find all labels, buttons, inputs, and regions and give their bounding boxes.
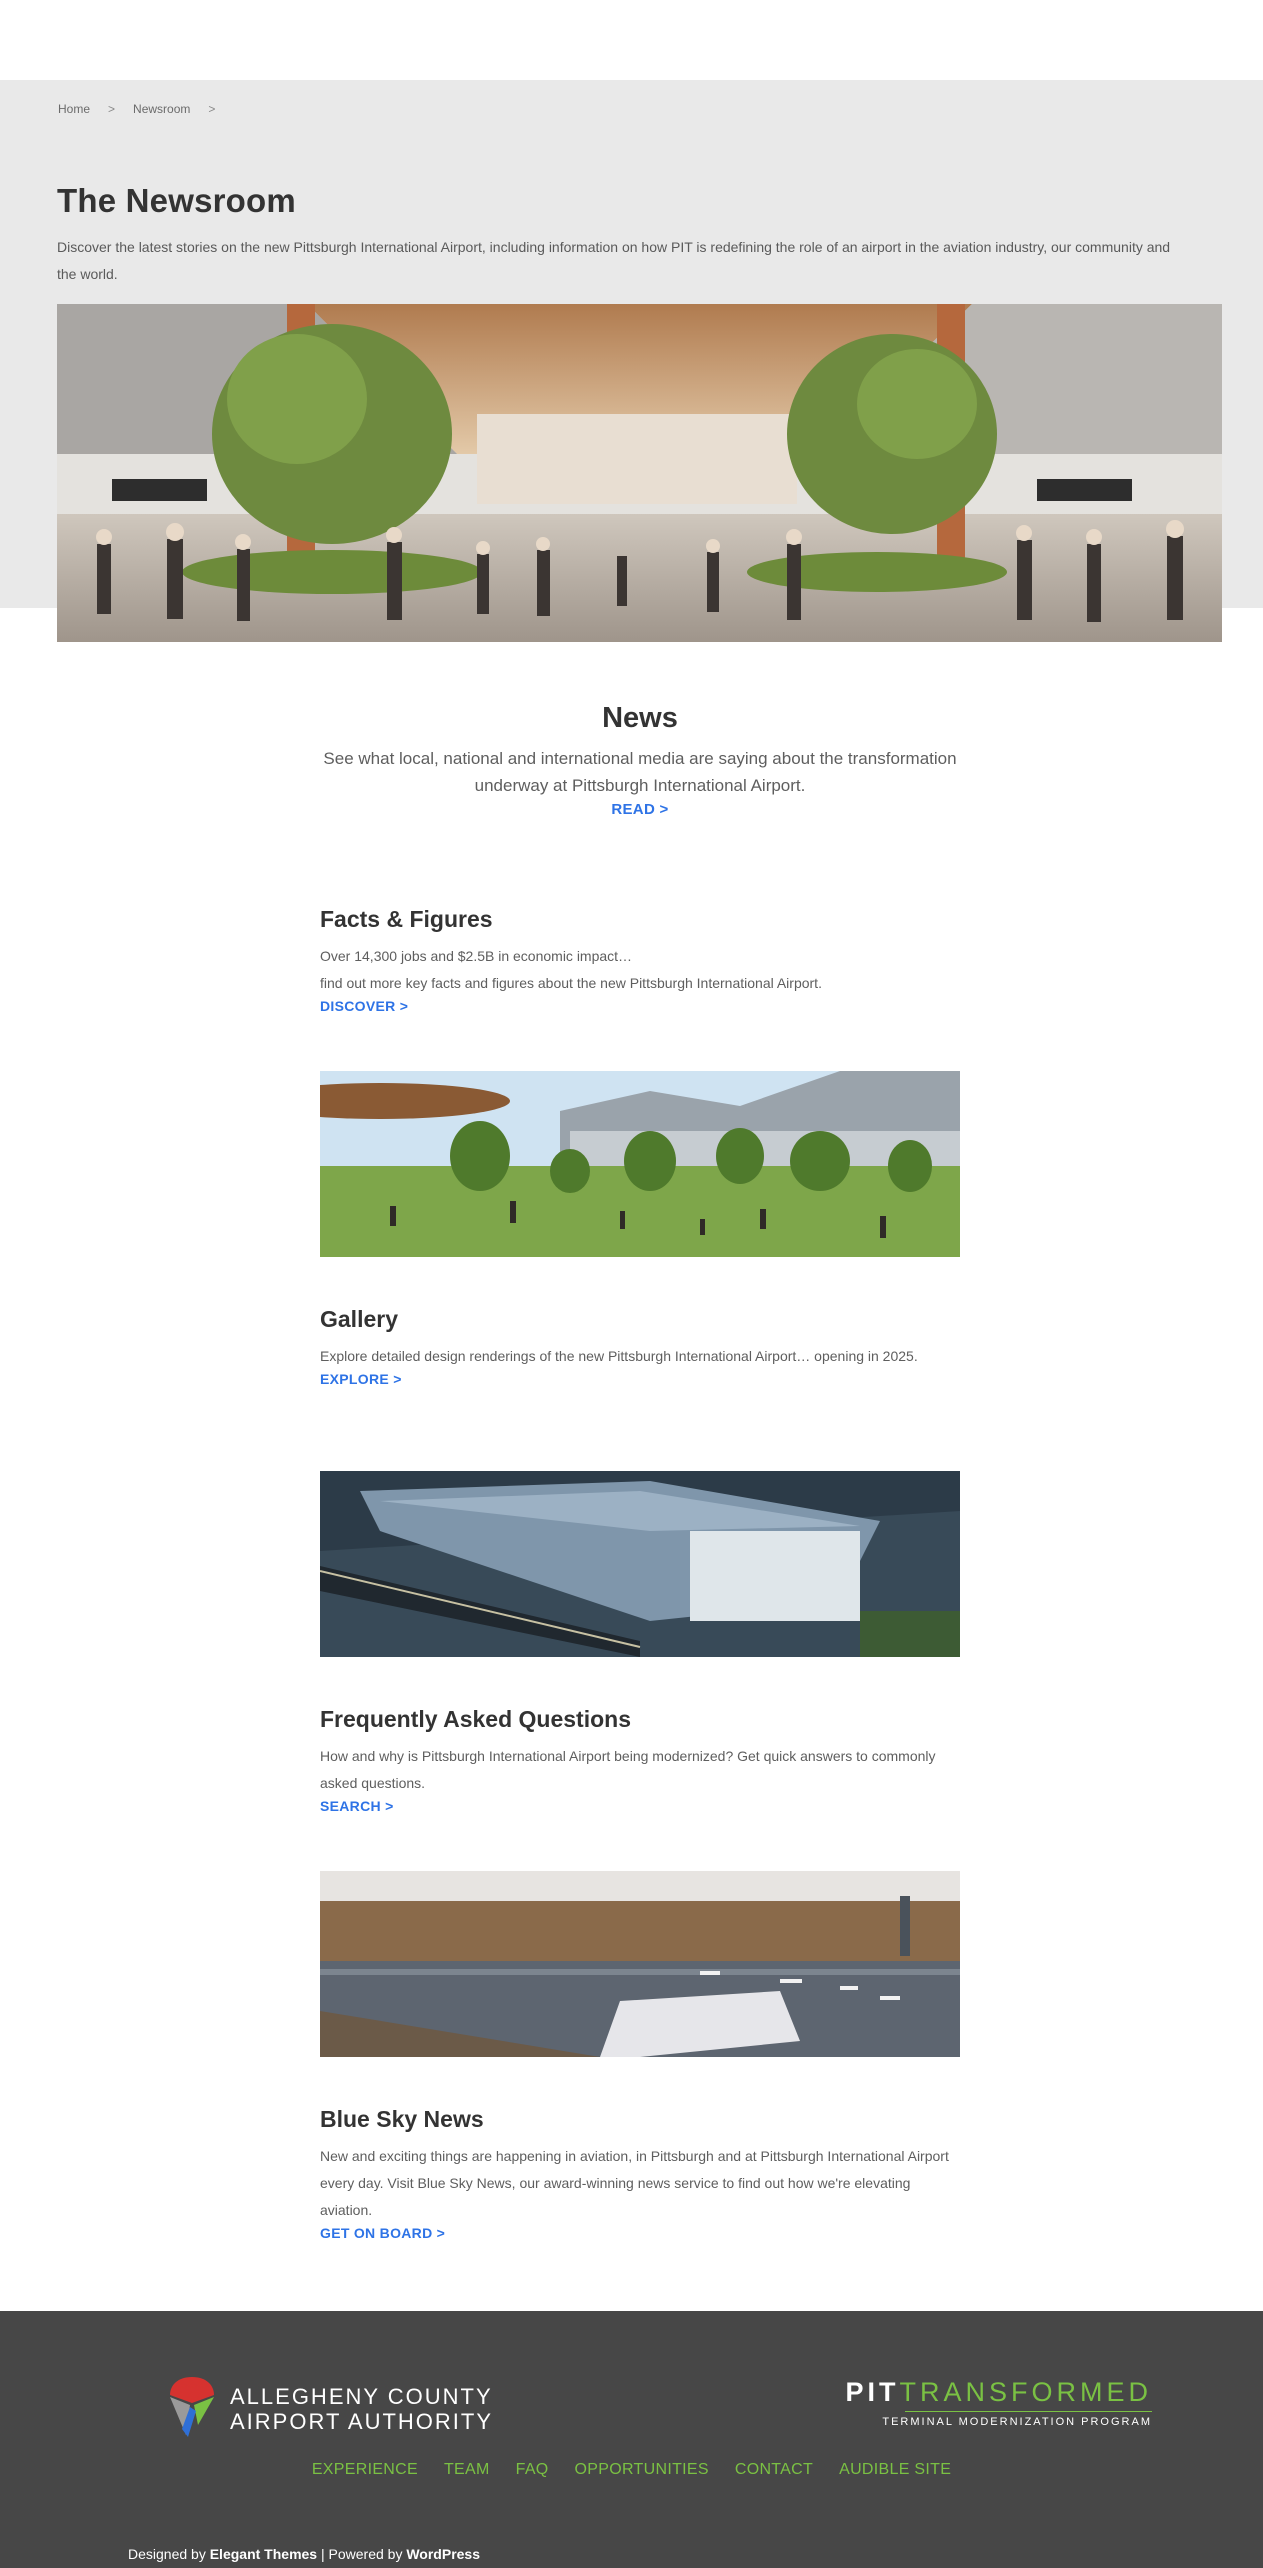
breadcrumb-home-link[interactable]: Home (58, 102, 90, 116)
footer-link-team[interactable]: TEAM (444, 2461, 490, 2479)
top-header-bar (0, 0, 1263, 80)
wordpress-link[interactable]: WordPress (406, 2546, 480, 2562)
footer-link-audible-site[interactable]: AUDIBLE SITE (839, 2461, 951, 2479)
page-title: The Newsroom (57, 182, 296, 219)
footer-nav: EXPERIENCE TEAM FAQ OPPORTUNITIES CONTAC… (0, 2461, 1263, 2479)
facts-heading: Facts & Figures (320, 906, 493, 932)
gallery-park-image (320, 1071, 960, 1257)
airfield-aerial-image (320, 1871, 960, 2057)
transformed-wordmark: TRANSFORMED (899, 2377, 1152, 2407)
page-intro: Discover the latest stories on the new P… (57, 239, 1171, 282)
blue-sky-news-section: Blue Sky News New and exciting things ar… (320, 2106, 960, 2243)
news-description: See what local, national and internation… (323, 749, 957, 795)
credits-divider: | Powered by (320, 2546, 403, 2562)
aca-name-line-1: ALLEGHENY COUNTY (230, 2383, 493, 2409)
news-heading: News (602, 702, 678, 734)
terminal-interior-image (57, 304, 1222, 642)
site-footer: ALLEGHENY COUNTY AIRPORT AUTHORITY PITTR… (0, 2311, 1263, 2568)
gallery-heading: Gallery (320, 1306, 398, 1332)
program-tagline: TERMINAL MODERNIZATION PROGRAM (882, 2416, 1152, 2428)
breadcrumb: Home > Newsroom > (58, 102, 215, 116)
news-read-link[interactable]: READ > (611, 801, 668, 818)
faq-text: How and why is Pittsburgh International … (320, 1748, 936, 1791)
breadcrumb-newsroom-link[interactable]: Newsroom (133, 102, 190, 116)
news-section: News See what local, national and intern… (300, 702, 980, 819)
faq-search-link[interactable]: SEARCH > (320, 1798, 394, 1814)
footer-credits: Designed by Elegant Themes | Powered by … (128, 2546, 480, 2562)
gallery-section: Gallery Explore detailed design renderin… (320, 1306, 960, 1389)
faq-heading: Frequently Asked Questions (320, 1706, 631, 1732)
footer-link-opportunities[interactable]: OPPORTUNITIES (575, 2461, 709, 2479)
aca-emblem-icon (168, 2373, 216, 2444)
credits-designed-by: Designed by (128, 2546, 206, 2562)
facts-discover-link[interactable]: DISCOVER > (320, 998, 408, 1014)
blue-sky-news-heading: Blue Sky News (320, 2106, 484, 2132)
footer-link-contact[interactable]: CONTACT (735, 2461, 813, 2479)
pit-logo-rule (905, 2411, 1152, 2412)
breadcrumb-separator: > (108, 102, 116, 116)
facts-line-2: find out more key facts and figures abou… (320, 975, 822, 991)
faq-section: Frequently Asked Questions How and why i… (320, 1706, 960, 1816)
gallery-explore-link[interactable]: EXPLORE > (320, 1371, 402, 1387)
footer-link-faq[interactable]: FAQ (516, 2461, 549, 2479)
allegheny-county-airport-authority-logo[interactable]: ALLEGHENY COUNTY AIRPORT AUTHORITY (168, 2373, 493, 2444)
pit-wordmark: PIT (845, 2377, 900, 2407)
terminal-aerial-dusk-image (320, 1471, 960, 1657)
gallery-text: Explore detailed design renderings of th… (320, 1348, 918, 1364)
elegant-themes-link[interactable]: Elegant Themes (210, 2546, 317, 2562)
facts-section: Facts & Figures Over 14,300 jobs and $2.… (320, 906, 960, 1016)
facts-line-1: Over 14,300 jobs and $2.5B in economic i… (320, 948, 633, 964)
footer-link-experience[interactable]: EXPERIENCE (312, 2461, 418, 2479)
aca-name-line-2: AIRPORT AUTHORITY (230, 2408, 494, 2434)
pit-transformed-logo[interactable]: PITTRANSFORMED TERMINAL MODERNIZATION PR… (845, 2377, 1152, 2428)
breadcrumb-separator: > (208, 102, 216, 116)
blue-sky-news-text: New and exciting things are happening in… (320, 2148, 949, 2218)
blue-sky-news-link[interactable]: GET ON BOARD > (320, 2225, 445, 2241)
